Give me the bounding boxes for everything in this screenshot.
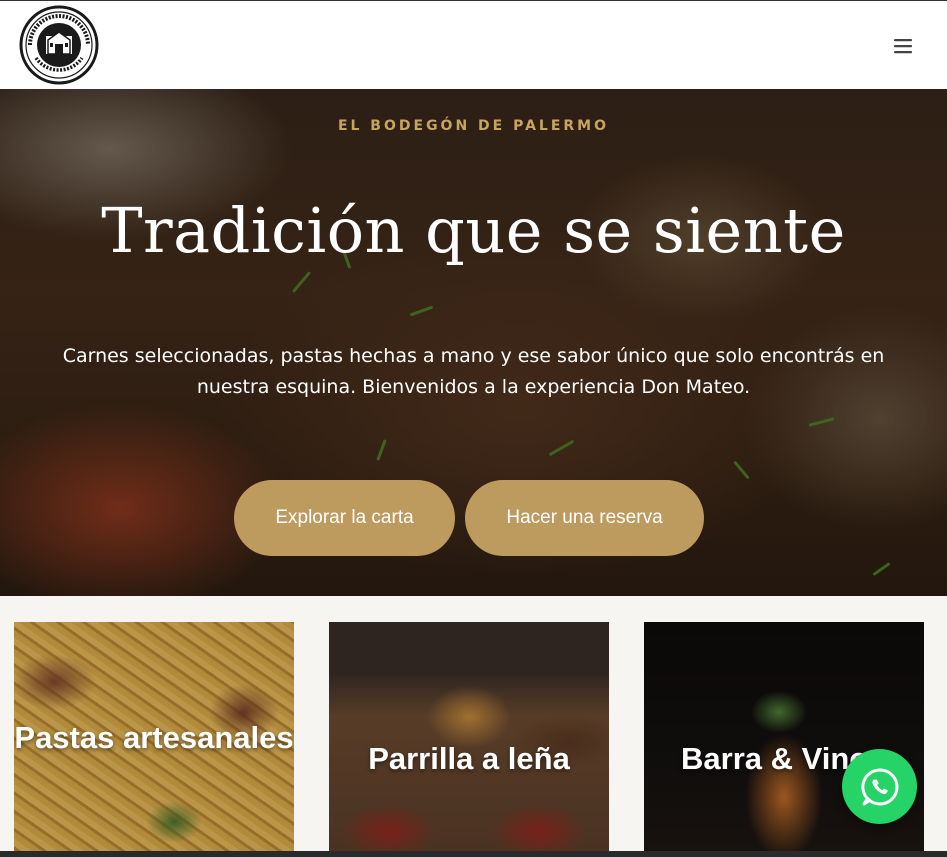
explore-menu-button[interactable]: Explorar la carta	[234, 480, 455, 556]
card-parrilla[interactable]: Parrilla a leña	[329, 622, 609, 857]
hero-eyebrow: EL BODEGÓN DE PALERMO	[337, 118, 610, 134]
card-pastas-label: Pastas artesanales	[14, 720, 294, 755]
hamburger-menu-button[interactable]	[888, 31, 918, 61]
make-reservation-button[interactable]: Hacer una reserva	[465, 480, 704, 556]
hero-section: EL BODEGÓN DE PALERMO Tradición que se s…	[0, 89, 947, 596]
hero-subtitle: Carnes seleccionadas, pastas hechas a ma…	[62, 345, 885, 398]
hamburger-menu-icon	[894, 39, 912, 54]
category-cards: Pastas artesanales Parrilla a leña Barra…	[0, 596, 947, 857]
hero-title: Tradición que se siente	[101, 194, 846, 267]
restaurant-seal-logo-icon	[19, 5, 99, 85]
bottom-strip	[0, 851, 947, 857]
whatsapp-icon	[860, 767, 899, 805]
card-pastas[interactable]: Pastas artesanales	[14, 622, 294, 857]
card-parrilla-label: Parrilla a leña	[368, 741, 570, 776]
site-header	[0, 0, 947, 89]
brand-logo[interactable]	[16, 2, 102, 88]
whatsapp-button[interactable]	[842, 749, 917, 824]
